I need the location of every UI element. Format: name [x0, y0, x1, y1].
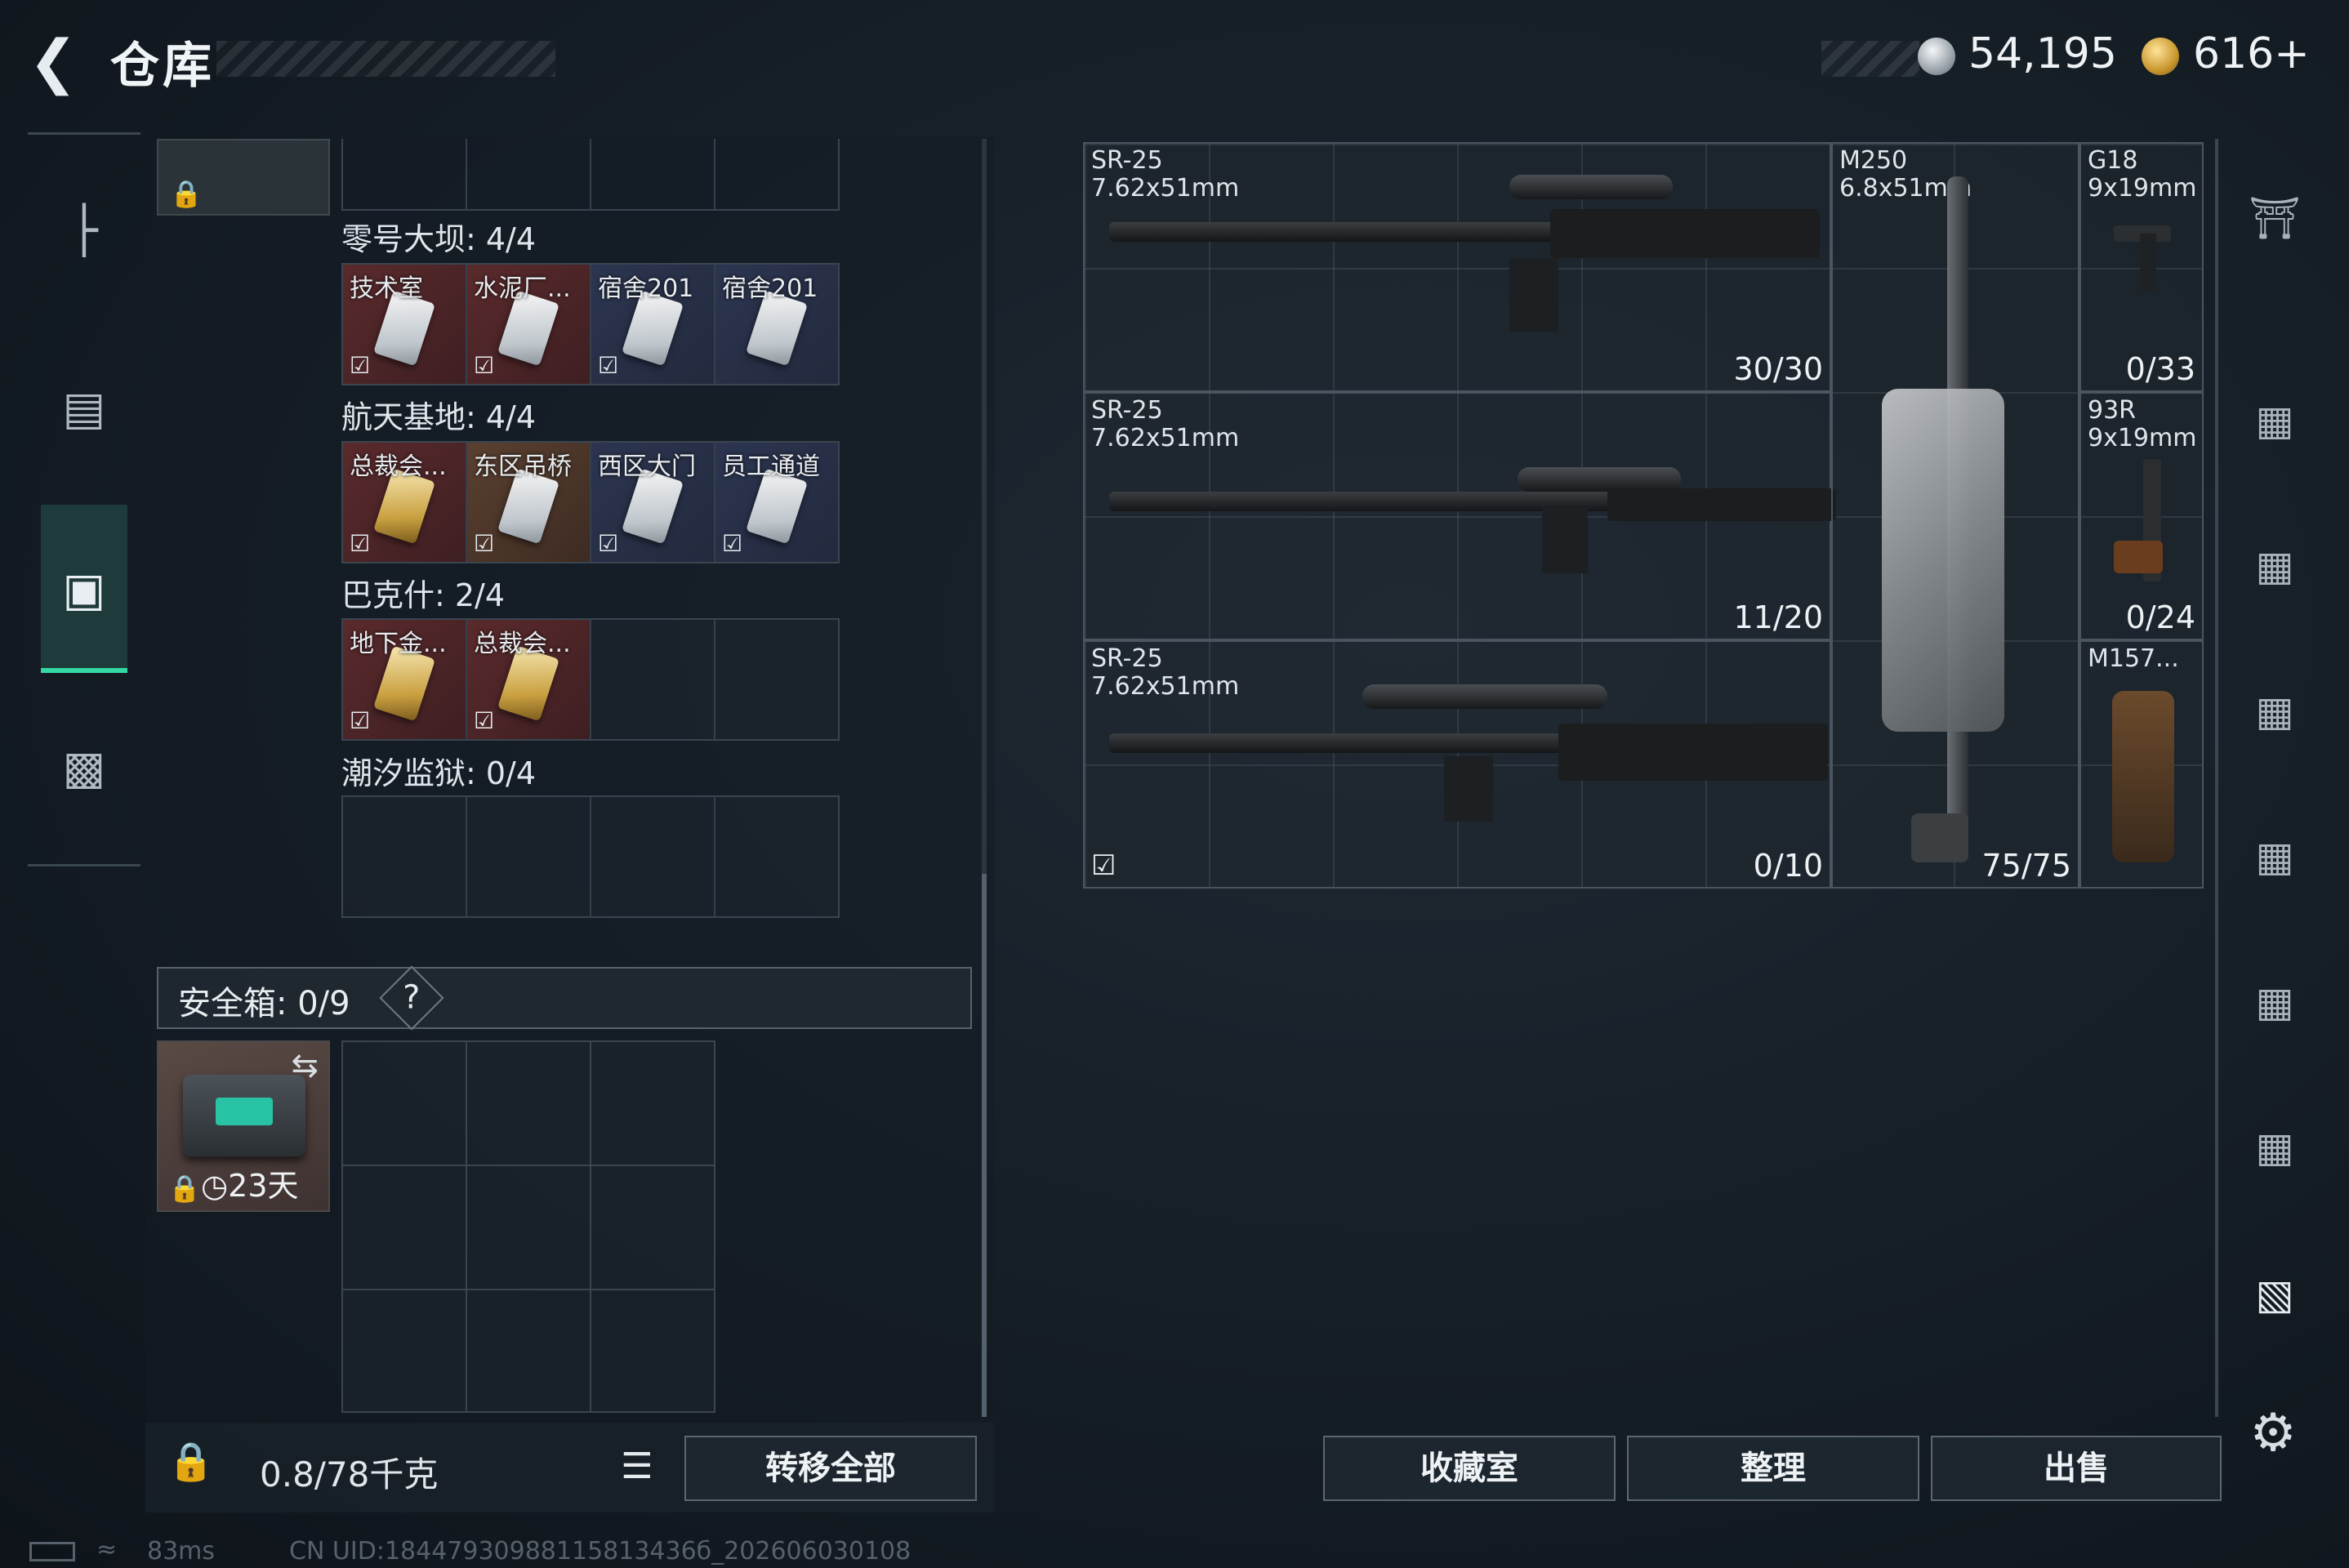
currency-stripe	[1821, 41, 1919, 77]
page-title: 仓库	[110, 38, 215, 95]
timer: ◷23天	[201, 1168, 299, 1204]
collection-room-button[interactable]: 收藏室	[1323, 1436, 1616, 1501]
section-title: 潮汐监狱: 0/4	[341, 755, 537, 791]
armor-III-icon[interactable]: ▦	[2238, 965, 2311, 1039]
no-drop-icon: ☑	[474, 530, 495, 557]
weapon-slot[interactable]: M250 6.8x51mm 75/75	[1831, 142, 2079, 889]
keycard-slot[interactable]	[591, 620, 715, 739]
keycard-slot[interactable]: 总裁会... ☑	[467, 620, 591, 739]
safe-box-label: 安全箱: 0/9	[178, 985, 350, 1022]
gold-coin-icon	[2142, 38, 2179, 75]
section-title: 巴克什: 2/4	[341, 577, 506, 613]
keycard-row	[341, 795, 840, 918]
key-grid-top	[341, 139, 840, 211]
keycard-slot[interactable]: 东区吊桥 ☑	[467, 443, 591, 562]
no-drop-icon: ☑	[350, 530, 371, 557]
safe-box-grid[interactable]	[341, 1040, 715, 1413]
no-drop-icon: ☑	[350, 707, 371, 734]
armor-III-icon[interactable]: ▦	[2238, 675, 2311, 748]
armor-IV-icon[interactable]: ▦	[2238, 820, 2311, 893]
keycard-row: 地下金... ☑ 总裁会... ☑	[341, 618, 840, 741]
case-icon[interactable]: ▣	[28, 541, 140, 639]
right-nav-divider	[2215, 139, 2218, 1417]
lock-icon: 🔒	[168, 1173, 201, 1204]
keycard-slot[interactable]	[467, 797, 591, 916]
no-drop-icon: ☑	[350, 352, 371, 379]
keycard-slot[interactable]: 员工通道 ☑	[715, 443, 838, 562]
weapon-slot[interactable]: SR-25 7.62x51mm 30/30	[1083, 142, 1831, 392]
gun-icon[interactable]: ├	[28, 181, 140, 279]
silver-coin-icon	[1918, 38, 1955, 75]
settings-gear-icon[interactable]: ⚙	[2244, 1405, 2302, 1462]
keycard-slot[interactable]: 技术室 ☑	[343, 265, 467, 384]
transfer-all-button[interactable]: 转移全部	[684, 1436, 977, 1501]
keycard-row: 总裁会... ☑ 东区吊桥 ☑ 西区大门 ☑ 员工通道 ☑	[341, 441, 840, 564]
container-slot[interactable]: 🔒	[157, 139, 330, 216]
weapon-slot[interactable]: M157...	[2079, 640, 2204, 889]
uid-text: CN UID:18447930988115813436б_20260603010…	[289, 1537, 912, 1566]
backpack-icon[interactable]: ▤	[28, 359, 140, 457]
title-stripe	[216, 41, 555, 77]
sort-button[interactable]: 整理	[1627, 1436, 1919, 1501]
keycard-slot[interactable]	[591, 797, 715, 916]
armor-III-icon[interactable]: ▦	[2238, 1111, 2311, 1184]
scrollbar-thumb[interactable]	[982, 874, 987, 1417]
keycard-slot[interactable]	[715, 797, 838, 916]
no-drop-icon: ☑	[722, 530, 743, 557]
helmet-icon[interactable]: ⛩	[2238, 181, 2311, 255]
keycard-slot[interactable]: 地下金... ☑	[343, 620, 467, 739]
weapon-slot[interactable]: G18 9x19mm 0/33	[2079, 142, 2204, 392]
left-nav-divider	[28, 864, 140, 866]
armor-III-icon[interactable]: ▦	[2238, 384, 2311, 457]
no-drop-icon: ☑	[1091, 849, 1117, 882]
keycard-slot[interactable]: 宿舍201	[715, 265, 838, 384]
section-title: 零号大坝: 4/4	[341, 221, 537, 257]
rig-III-icon[interactable]: ▧	[2238, 1258, 2311, 1331]
weight-value: 0.8/78千克	[260, 1454, 439, 1494]
weapon-slot[interactable]: SR-25 7.62x51mm 11/20	[1083, 392, 1836, 640]
battery-icon	[29, 1542, 75, 1561]
silver-currency-amount: 54,195	[1968, 29, 2117, 78]
armor-III-icon[interactable]: ▦	[2238, 529, 2311, 603]
keycard-slot[interactable]	[715, 620, 838, 739]
keycard-slot[interactable]: 宿舍201 ☑	[591, 265, 715, 384]
keycard-row: 技术室 ☑ 水泥厂... ☑ 宿舍201 ☑ 宿舍201	[341, 263, 840, 385]
lock-icon: 🔒	[170, 178, 203, 209]
gold-currency-amount[interactable]: 616+	[2193, 29, 2310, 78]
keycard-slot[interactable]: 水泥厂... ☑	[467, 265, 591, 384]
no-drop-icon: ☑	[598, 352, 619, 379]
clock-icon: ◷	[201, 1168, 229, 1204]
safe-box-count: 0/9	[297, 985, 350, 1022]
weapon-slot[interactable]: SR-25 7.62x51mm ☑ 0/10	[1083, 640, 1831, 889]
section-title: 航天基地: 4/4	[341, 399, 537, 435]
keycard-slot[interactable]: 总裁会... ☑	[343, 443, 467, 562]
weight-lock-icon: 🔒	[167, 1439, 215, 1483]
weapon-slot[interactable]: 93R 9x19mm 0/24	[2079, 392, 2204, 640]
back-arrow-icon[interactable]: ❮	[25, 32, 82, 91]
no-drop-icon: ☑	[474, 707, 495, 734]
keycard-slot[interactable]	[343, 797, 467, 916]
swap-icon[interactable]: ⇆	[291, 1047, 319, 1085]
no-drop-icon: ☑	[474, 352, 495, 379]
safe-case-icon	[183, 1075, 305, 1156]
briefcase-icon[interactable]: ▩	[28, 719, 140, 817]
left-nav-divider	[28, 132, 140, 135]
sell-button[interactable]: 出售	[1931, 1436, 2222, 1501]
safe-box-item[interactable]: ⇆ 🔒 ◷23天	[157, 1040, 330, 1212]
ping-value: 83ms	[147, 1537, 216, 1566]
wifi-icon: ≈	[96, 1535, 118, 1564]
keycard-slot[interactable]: 西区大门 ☑	[591, 443, 715, 562]
list-icon[interactable]: ☰	[611, 1441, 663, 1493]
no-drop-icon: ☑	[598, 530, 619, 557]
